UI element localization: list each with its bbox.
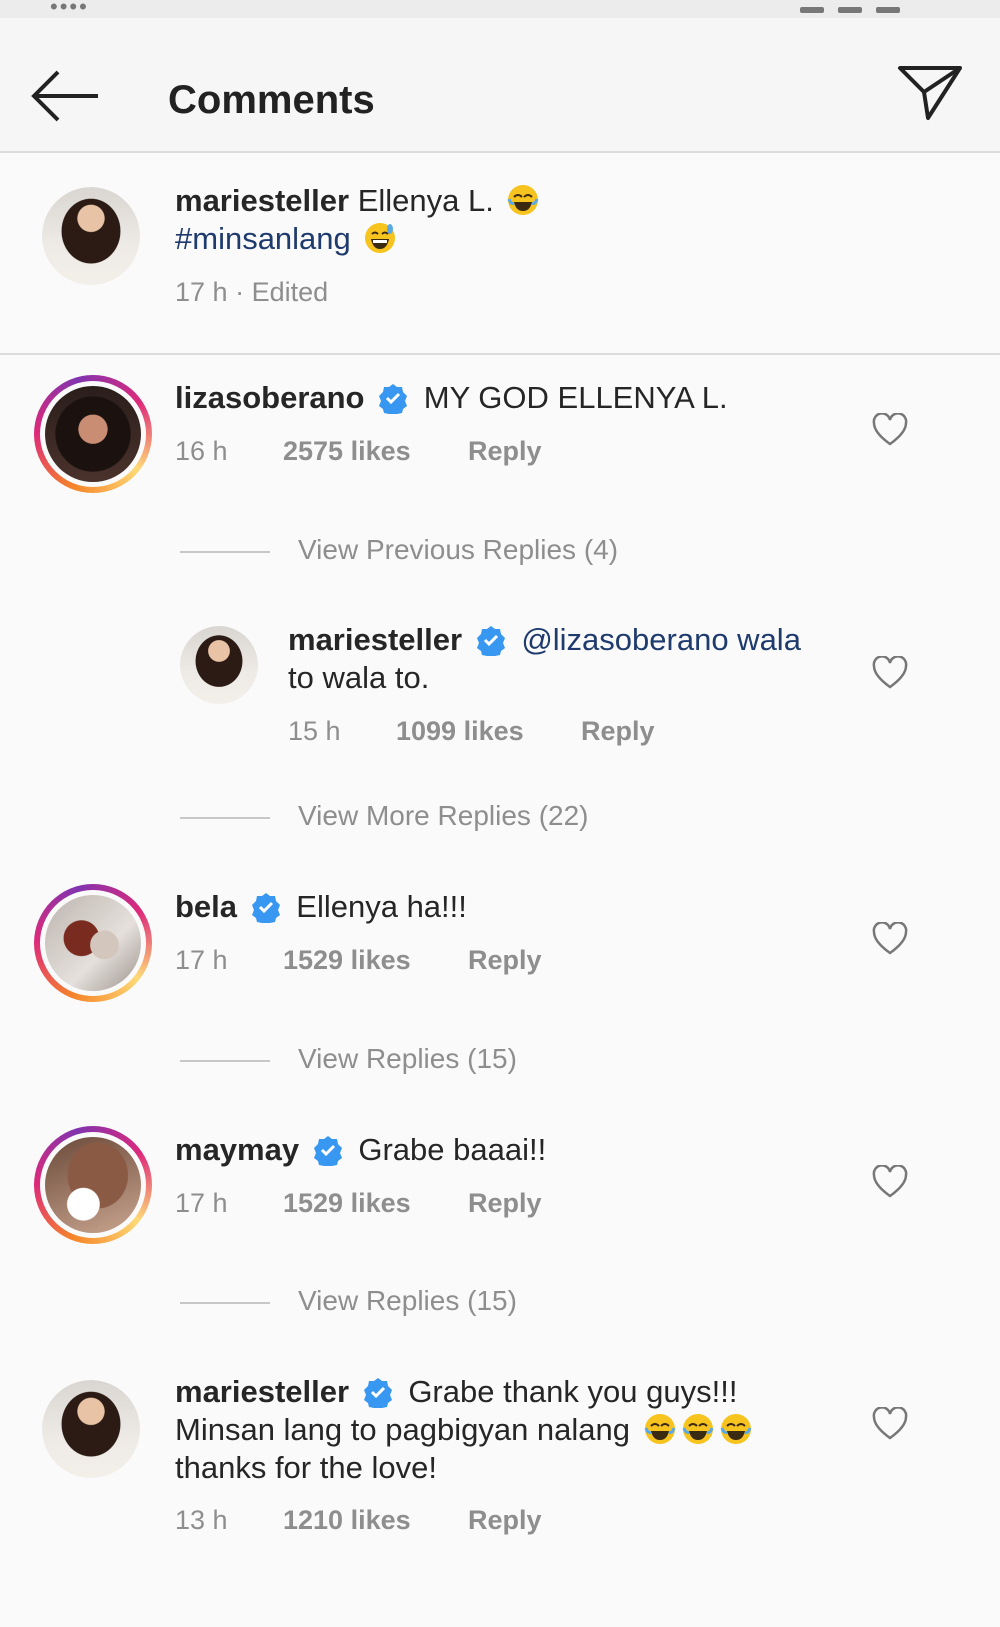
page-title: Comments bbox=[168, 78, 375, 122]
reply-button[interactable]: Reply bbox=[468, 1188, 542, 1219]
comment-text-line: bela Ellenya ha!!! bbox=[175, 889, 467, 925]
comment-text-line-2: Minsan lang to pagbigyan nalang bbox=[175, 1412, 753, 1448]
verified-badge-icon bbox=[313, 1136, 342, 1166]
comment-text-line-3: thanks for the love! bbox=[175, 1450, 437, 1485]
caption-line-1: mariesteller Ellenya L. bbox=[175, 183, 540, 219]
view-replies-label[interactable]: View Replies (15) bbox=[298, 1285, 517, 1317]
username[interactable]: mariesteller bbox=[175, 1374, 349, 1409]
verified-badge-icon bbox=[251, 893, 280, 923]
grinning-sweat-emoji bbox=[365, 223, 396, 253]
comment-text-line: maymay Grabe baaai!! bbox=[175, 1132, 546, 1168]
comment-text: Grabe thank you guys!!! bbox=[408, 1374, 738, 1409]
like-count[interactable]: 1529 likes bbox=[283, 1188, 411, 1219]
tears-of-joy-emoji bbox=[508, 185, 539, 215]
like-count[interactable]: 1529 likes bbox=[283, 945, 411, 976]
comment-text-line: lizasoberano MY GOD ELLENYA L. bbox=[175, 380, 728, 416]
comment-text: MY GOD ELLENYA L. bbox=[423, 380, 728, 415]
avatar[interactable] bbox=[42, 187, 140, 285]
comment-time: 13 h bbox=[175, 1505, 228, 1535]
comment-text: @lizasoberano wala bbox=[521, 622, 801, 657]
avatar[interactable] bbox=[34, 884, 152, 1002]
username[interactable]: mariesteller bbox=[288, 622, 462, 657]
comments-header: Comments bbox=[0, 18, 1000, 153]
timestamp: 17 h bbox=[175, 277, 228, 307]
caption-text: Ellenya L. bbox=[357, 183, 494, 218]
view-replies-label[interactable]: View Previous Replies (4) bbox=[298, 534, 618, 566]
edited-label: Edited bbox=[251, 277, 329, 307]
comment-text: Grabe baaai!! bbox=[358, 1132, 547, 1167]
back-arrow-icon[interactable] bbox=[30, 66, 102, 126]
comment-time: 17 h bbox=[175, 1188, 228, 1218]
username[interactable]: lizasoberano bbox=[175, 380, 365, 415]
verified-badge-icon bbox=[476, 626, 505, 656]
heart-outline-icon[interactable] bbox=[872, 655, 908, 690]
status-bar: •••• bbox=[0, 0, 1000, 19]
heart-outline-icon[interactable] bbox=[872, 1164, 908, 1199]
like-count[interactable]: 1210 likes bbox=[283, 1505, 411, 1536]
avatar[interactable] bbox=[34, 1126, 152, 1244]
verified-badge-icon bbox=[379, 384, 408, 414]
reply-button[interactable]: Reply bbox=[468, 436, 542, 467]
post-caption: mariesteller Ellenya L. #minsanlang 17 h… bbox=[0, 155, 1000, 355]
reply-button[interactable]: Reply bbox=[468, 945, 542, 976]
comment-text-line: mariesteller Grabe thank you guys!!! bbox=[175, 1374, 737, 1410]
hashtag-link[interactable]: #minsanlang bbox=[175, 221, 351, 256]
tears-of-joy-emoji bbox=[720, 1414, 752, 1444]
avatar[interactable] bbox=[34, 375, 152, 493]
comment-text: Minsan lang to pagbigyan nalang bbox=[175, 1412, 631, 1447]
view-replies-label[interactable]: View Replies (15) bbox=[298, 1043, 517, 1075]
heart-outline-icon[interactable] bbox=[872, 921, 908, 956]
heart-outline-icon[interactable] bbox=[872, 412, 908, 447]
comment-time: 15 h bbox=[288, 716, 341, 746]
tears-of-joy-emoji bbox=[682, 1414, 714, 1444]
paper-plane-icon[interactable] bbox=[894, 54, 966, 126]
comment-text-line: mariesteller @lizasoberano wala bbox=[288, 622, 801, 658]
reply-button[interactable]: Reply bbox=[581, 716, 655, 747]
avatar[interactable] bbox=[42, 1380, 140, 1478]
comment-time: 17 h bbox=[175, 945, 228, 975]
comment-text: Ellenya ha!!! bbox=[296, 889, 467, 924]
caption-meta: 17 h · Edited bbox=[175, 277, 328, 308]
comment-text-line-2: to wala to. bbox=[288, 660, 430, 695]
like-count[interactable]: 1099 likes bbox=[396, 716, 524, 747]
avatar[interactable] bbox=[180, 626, 258, 704]
comment-time: 16 h bbox=[175, 436, 228, 466]
caption-line-2: #minsanlang bbox=[175, 221, 397, 257]
like-count[interactable]: 2575 likes bbox=[283, 436, 411, 467]
status-icons: •••• bbox=[50, 0, 89, 19]
signal-indicators bbox=[800, 0, 940, 13]
username[interactable]: mariesteller bbox=[175, 183, 349, 218]
username[interactable]: maymay bbox=[175, 1132, 299, 1167]
username[interactable]: bela bbox=[175, 889, 237, 924]
verified-badge-icon bbox=[363, 1378, 392, 1408]
tears-of-joy-emoji bbox=[644, 1414, 676, 1444]
heart-outline-icon[interactable] bbox=[872, 1406, 908, 1441]
separator: · bbox=[235, 277, 245, 307]
reply-button[interactable]: Reply bbox=[468, 1505, 542, 1536]
view-replies-label[interactable]: View More Replies (22) bbox=[298, 800, 589, 832]
